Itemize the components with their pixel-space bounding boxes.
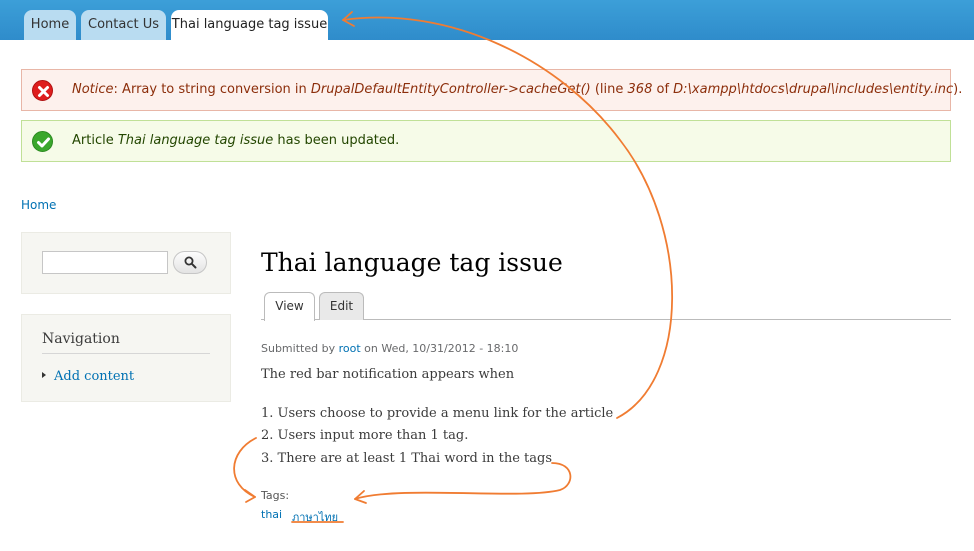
error-prefix: Notice [72,82,114,97]
error-message: Notice: Array to string conversion in Dr… [21,69,962,111]
tab-contact-us[interactable]: Contact Us [81,10,166,40]
search-input[interactable] [42,251,168,274]
tags-label: Tags: [261,489,290,502]
tab-edit[interactable]: Edit [319,292,364,320]
navigation-block: Navigation Add content [21,314,231,402]
annotation-arrowhead-left [244,489,256,503]
annotation-curve-right [354,462,572,500]
body-list-item-3: 3. There are at least 1 Thai word in the… [261,451,553,466]
tab-thai-language-tag-issue[interactable]: Thai language tag issue [171,10,328,40]
error-text: Notice: Array to string conversion in Dr… [72,81,962,99]
status-text-1: Article [72,133,118,148]
search-icon [184,256,197,269]
navigation-title: Navigation [42,331,210,354]
body-paragraph: The red bar notification appears when [261,367,515,382]
error-method: DrupalDefaultEntityController->cacheGet(… [310,82,591,97]
tab-home[interactable]: Home [24,10,76,40]
body-list-item-1: 1. Users choose to provide a menu link f… [261,406,614,421]
search-button[interactable] [173,251,207,274]
error-text-2: (line [590,82,628,97]
status-text-2: has been updated. [273,133,400,148]
submitted-info: Submitted by root on Wed, 10/31/2012 - 1… [261,342,518,355]
status-message: Article Thai language tag issue has been… [21,120,951,162]
tab-view[interactable]: View [264,292,315,321]
error-path: D:\xampp\htdocs\drupal\includes\entity.i… [673,82,954,97]
check-icon [32,131,53,152]
status-article-title: Thai language tag issue [117,133,274,148]
author-link[interactable]: root [339,342,361,355]
error-line: 368 [627,82,653,97]
annotation-arrowhead-right [354,490,367,504]
error-text-3: of [652,82,674,97]
page-title: Thai language tag issue [261,248,563,277]
submitted-prefix: Submitted by [261,342,339,355]
error-text-4: ). [953,82,963,97]
tabs-divider [261,319,951,320]
error-text-1: : Array to string conversion in [113,82,311,97]
nav-item-add-content[interactable]: Add content [42,369,134,384]
status-text: Article Thai language tag issue has been… [72,132,399,150]
annotation-curve-left [233,437,257,498]
breadcrumb-home[interactable]: Home [21,198,56,212]
tag-link-thai-script[interactable]: ภาษาไทย [292,508,338,526]
tag-link-thai[interactable]: thai [261,508,282,521]
header-bar: Home Contact Us Thai language tag issue [0,0,974,40]
body-list-item-2: 2. Users input more than 1 tag. [261,428,469,443]
submitted-date: on Wed, 10/31/2012 - 18:10 [360,342,519,355]
error-icon [32,80,53,101]
search-block [21,232,231,294]
bullet-arrow-icon [42,371,46,378]
nav-item-label: Add content [54,369,135,384]
